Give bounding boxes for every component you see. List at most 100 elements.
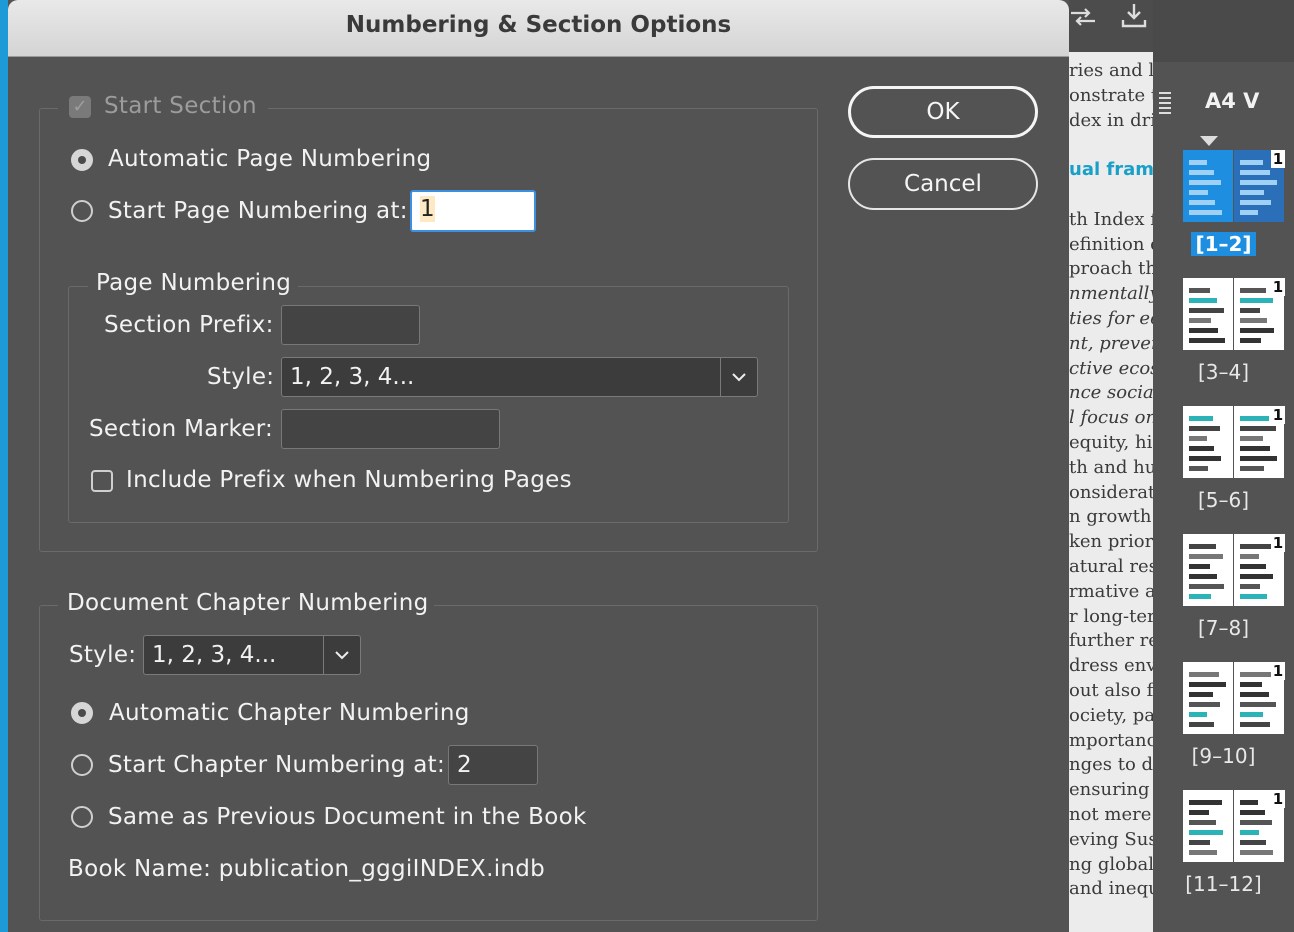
chapter-style-select[interactable]: 1, 2, 3, 4... [143,635,361,675]
include-prefix-checkbox[interactable] [91,470,113,492]
spread-thumbnail[interactable]: 1 [1183,534,1285,606]
spread-label[interactable]: [3–4] [1153,360,1294,384]
page-content-block [1240,800,1258,805]
document-text-line: further re [1069,630,1153,652]
page-thumbnail[interactable] [1183,662,1233,734]
same-as-previous-radio[interactable] [71,806,93,828]
page-content-block [1189,702,1220,707]
page-content-block [1189,820,1216,825]
download-icon[interactable] [1119,2,1149,30]
spread-label[interactable]: [1–2] [1153,232,1294,256]
chevron-down-icon[interactable] [720,358,757,396]
page-content-block [1240,338,1261,343]
spread-label[interactable]: [7–8] [1153,616,1294,640]
page-content-block [1189,308,1224,313]
master-label[interactable]: A4 V [1205,89,1259,113]
dialog-titlebar[interactable]: Numbering & Section Options [8,0,1069,57]
page-content-block [1240,456,1277,461]
section-prefix-input[interactable] [281,305,420,345]
page-content-block [1189,288,1210,293]
document-text-line: onsideratio [1069,481,1153,503]
document-text-line: nmentally [1069,283,1153,305]
document-text-line: equity, hig [1069,432,1153,453]
ok-button[interactable]: OK [848,86,1038,138]
spread-thumbnail[interactable]: 1 [1183,278,1285,350]
document-text-line: proach tha [1069,258,1153,280]
page-style-value: 1, 2, 3, 4... [290,364,415,390]
spread-label[interactable]: [5–6] [1153,488,1294,512]
document-preview: ries and li onstrate t dex in dri ual fram t… [1069,0,1153,932]
automatic-page-numbering-label[interactable]: Automatic Page Numbering [108,146,431,172]
document-text-line: nges to dr [1069,754,1153,776]
start-section-checkbox[interactable]: ✓ [69,96,91,118]
document-text-line: dex in dri [1069,109,1153,131]
page-content-block [1189,416,1213,421]
start-page-number-input[interactable]: 1 [410,190,536,232]
page-content-block [1240,564,1266,569]
page-content-block [1240,682,1262,687]
page-thumbnail[interactable] [1183,534,1233,606]
page-thumbnail[interactable] [1183,406,1233,478]
chapter-style-label: Style: [69,642,137,668]
panel-menu-icon[interactable] [1159,92,1171,114]
page-thumbnail[interactable] [1183,150,1233,222]
document-text-line: ties for ec [1069,308,1153,329]
page-content-block [1189,446,1214,451]
spread-label[interactable]: [11–12] [1153,872,1294,896]
page-content-block [1240,544,1272,549]
page-content-block [1240,308,1260,313]
page-content-block [1189,850,1217,855]
spread-thumbnail[interactable]: 1 [1183,790,1285,862]
cancel-button[interactable]: Cancel [848,158,1038,210]
spread-thumbnail[interactable]: 1 [1183,662,1285,734]
start-page-numbering-radio[interactable] [71,200,93,222]
page-content-block [1189,840,1210,845]
page-content-block [1189,160,1207,165]
document-text-line: rmative a [1069,580,1153,602]
page-content-block [1240,722,1270,727]
start-page-numbering-label[interactable]: Start Page Numbering at: [108,198,408,224]
swap-arrows-icon[interactable] [1069,4,1099,30]
page-content-block [1189,722,1214,727]
page-content-block [1240,466,1264,471]
page-thumbnail[interactable] [1183,278,1233,350]
page-content-block [1189,682,1226,687]
page-style-select[interactable]: 1, 2, 3, 4... [281,357,758,397]
start-chapter-number-input[interactable]: 2 [448,745,538,785]
page-style-label: Style: [207,364,275,390]
document-text-line: n growth [1069,506,1152,528]
start-page-number-value: 1 [420,196,435,222]
page-content-block [1189,200,1215,205]
page-content-block [1240,810,1265,815]
document-text-line: eving Sus [1069,828,1153,850]
automatic-chapter-numbering-label[interactable]: Automatic Chapter Numbering [109,700,470,726]
page-content-block [1189,436,1207,441]
document-text-line: and inequ [1069,878,1153,900]
page-content-block [1189,554,1223,559]
automatic-chapter-numbering-radio[interactable] [71,702,93,724]
start-chapter-numbering-radio[interactable] [71,754,93,776]
document-text-line: nt, prevent [1069,332,1153,354]
document-text-line: ctive ecos [1069,357,1153,379]
same-as-previous-label[interactable]: Same as Previous Document in the Book [108,804,587,830]
spread-thumbnail[interactable]: 1 [1183,406,1285,478]
page-content-block [1189,338,1225,343]
section-marker-input[interactable] [281,409,500,449]
include-prefix-label[interactable]: Include Prefix when Numbering Pages [126,467,572,493]
document-text-line: th Index fi [1069,208,1153,230]
start-chapter-numbering-label[interactable]: Start Chapter Numbering at: [108,752,445,778]
document-text-line: ries and li [1069,60,1153,81]
page-thumbnail[interactable] [1183,790,1233,862]
chevron-down-icon[interactable] [323,636,360,674]
document-text-line: th and hu [1069,456,1153,478]
spread-thumbnail[interactable]: 1 [1183,150,1285,222]
page-number-badge: 1 [1271,790,1285,808]
master-applied-indicator-icon [1200,136,1218,146]
spread-label[interactable]: [9–10] [1153,744,1294,768]
automatic-page-numbering-radio[interactable] [71,149,93,171]
page-content-block [1189,594,1211,599]
page-content-block [1240,416,1269,421]
page-content-block [1240,426,1276,431]
section-prefix-label: Section Prefix: [104,312,274,338]
document-text-column: ries and li onstrate t dex in dri ual fram t… [1069,60,1153,930]
